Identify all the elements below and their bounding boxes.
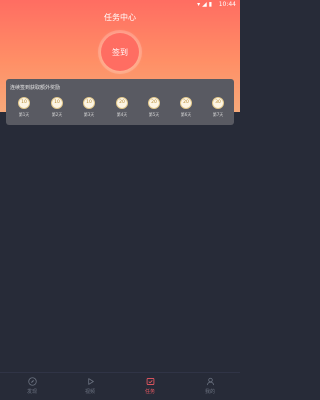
- reward-title: 连续签到获取额外奖励: [10, 85, 61, 91]
- day-label: 第4天: [116, 112, 128, 117]
- tab-label: 发现: [26, 389, 37, 395]
- bottom-tab-bar: 发现 视频 任务 我的: [0, 372, 240, 400]
- coin-icon: 10: [18, 97, 30, 109]
- checkin-button-label: 签到: [112, 47, 128, 57]
- reward-day-3: 10 第3天: [79, 97, 99, 118]
- day-label: 第7天: [212, 112, 224, 117]
- coin-icon: 20: [116, 97, 128, 109]
- reward-day-4: 20 第4天: [112, 97, 132, 118]
- day-label: 第2天: [51, 112, 63, 117]
- day-label: 第5天: [148, 112, 160, 117]
- coin-icon: 30: [212, 97, 224, 109]
- status-time: 10:44: [218, 1, 236, 8]
- reward-days: 10 第1天 10 第2天 10 第3天 20 第4天 20 第5天 20 第6…: [6, 97, 234, 121]
- reward-day-2: 10 第2天: [47, 97, 67, 118]
- tab-label: 我的: [204, 389, 215, 395]
- coin-icon: 10: [83, 97, 95, 109]
- reward-day-7: 30 第7天: [208, 97, 228, 118]
- status-bar: ▾◢▮ 10:44: [0, 0, 240, 10]
- person-icon: [206, 377, 214, 386]
- tab-label: 视频: [84, 389, 95, 395]
- tab-mine[interactable]: 我的: [190, 377, 230, 395]
- reward-day-1: 10 第1天: [14, 97, 34, 118]
- compass-icon: [27, 377, 37, 386]
- task-icon: [146, 378, 154, 385]
- coin-icon: 20: [180, 97, 192, 109]
- play-icon: [87, 378, 94, 385]
- tab-task[interactable]: 任务: [130, 377, 170, 395]
- tab-discover[interactable]: 发现: [12, 377, 52, 395]
- streak-reward-card: 连续签到获取额外奖励 10 第1天 10 第2天 10 第3天 20 第4天 2…: [6, 79, 234, 125]
- page-title: 任务中心: [104, 13, 136, 22]
- coin-icon: 10: [51, 97, 63, 109]
- tab-video[interactable]: 视频: [70, 377, 110, 395]
- reward-day-6: 20 第6天: [176, 97, 196, 118]
- coin-icon: 20: [148, 97, 160, 109]
- day-label: 第6天: [180, 112, 192, 117]
- status-icons: ▾◢▮: [197, 1, 214, 8]
- day-label: 第1天: [18, 112, 30, 117]
- reward-day-5: 20 第5天: [144, 97, 164, 118]
- checkin-button[interactable]: 签到: [101, 33, 139, 71]
- day-label: 第3天: [83, 112, 95, 117]
- tab-label: 任务: [144, 389, 155, 395]
